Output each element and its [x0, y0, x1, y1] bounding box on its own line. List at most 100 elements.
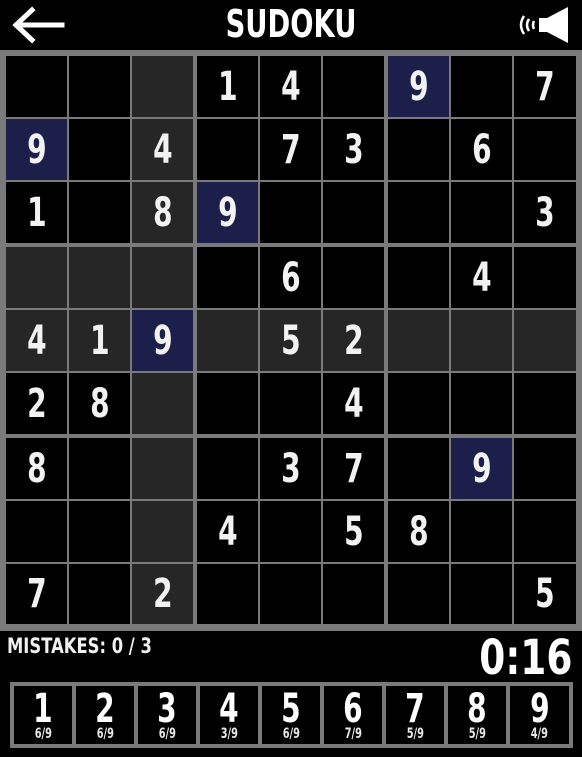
- cell-r6-c7[interactable]: [388, 373, 449, 434]
- cell-r9-c9[interactable]: 5: [514, 564, 576, 624]
- cell-r2-c9[interactable]: [514, 119, 576, 180]
- cell-r4-c7[interactable]: [388, 247, 449, 308]
- cell-r8-c5[interactable]: [260, 501, 321, 562]
- cell-r6-c5[interactable]: [260, 373, 321, 434]
- cell-r3-c4[interactable]: 9: [197, 182, 258, 243]
- cell-r7-c7[interactable]: [388, 438, 449, 499]
- cell-r8-c6[interactable]: 5: [323, 501, 384, 562]
- cell-r6-c6[interactable]: 4: [323, 373, 384, 434]
- cell-r4-c4[interactable]: [197, 247, 258, 308]
- cell-r5-c7[interactable]: [388, 310, 449, 371]
- cell-r1-c7[interactable]: 9: [388, 56, 449, 117]
- cell-r9-c5[interactable]: [260, 564, 321, 624]
- cell-value: 3: [280, 445, 301, 492]
- cell-value: 9: [217, 189, 238, 236]
- cell-r4-c1[interactable]: [6, 247, 67, 308]
- cell-r7-c9[interactable]: [514, 438, 576, 499]
- cell-r1-c2[interactable]: [69, 56, 130, 117]
- cell-r8-c7[interactable]: 8: [388, 501, 449, 562]
- cell-r2-c5[interactable]: 7: [260, 119, 321, 180]
- cell-r2-c4[interactable]: [197, 119, 258, 180]
- cell-r7-c3[interactable]: [132, 438, 193, 499]
- cell-r9-c7[interactable]: [388, 564, 449, 624]
- cell-r3-c6[interactable]: [323, 182, 384, 243]
- cell-value: 4: [343, 380, 364, 427]
- cell-r2-c3[interactable]: 4: [132, 119, 193, 180]
- cell-r5-c6[interactable]: 2: [323, 310, 384, 371]
- number-button-3[interactable]: 3 6/9: [138, 686, 196, 744]
- cell-r8-c1[interactable]: [6, 501, 67, 562]
- cell-value: 7: [535, 63, 555, 110]
- cell-r1-c6[interactable]: [323, 56, 384, 117]
- cell-value: 4: [217, 508, 238, 555]
- cell-r9-c3[interactable]: 2: [132, 564, 193, 624]
- cell-r3-c8[interactable]: [451, 182, 512, 243]
- number-button-6[interactable]: 6 7/9: [324, 686, 382, 744]
- cell-r8-c8[interactable]: [451, 501, 512, 562]
- cell-r8-c4[interactable]: 4: [197, 501, 258, 562]
- cell-r7-c4[interactable]: [197, 438, 258, 499]
- sound-toggle-button[interactable]: [512, 6, 574, 44]
- cell-r3-c3[interactable]: 8: [132, 182, 193, 243]
- back-button[interactable]: [8, 4, 68, 46]
- cell-r7-c8[interactable]: 9: [451, 438, 512, 499]
- cell-r4-c8[interactable]: 4: [451, 247, 512, 308]
- cell-r1-c1[interactable]: [6, 56, 67, 117]
- cell-r1-c4[interactable]: 1: [197, 56, 258, 117]
- cell-r1-c3[interactable]: [132, 56, 193, 117]
- cell-r7-c2[interactable]: [69, 438, 130, 499]
- cell-r3-c1[interactable]: 1: [6, 182, 67, 243]
- number-button-1[interactable]: 1 6/9: [14, 686, 72, 744]
- cell-r3-c9[interactable]: 3: [514, 182, 576, 243]
- cell-r8-c3[interactable]: [132, 501, 193, 562]
- cell-r3-c2[interactable]: [69, 182, 130, 243]
- number-button-4[interactable]: 4 3/9: [200, 686, 258, 744]
- cell-value: 1: [89, 317, 110, 364]
- cell-r5-c5[interactable]: 5: [260, 310, 321, 371]
- cell-r4-c2[interactable]: [69, 247, 130, 308]
- cell-r8-c9[interactable]: [514, 501, 576, 562]
- cell-r6-c9[interactable]: [514, 373, 576, 434]
- number-button-7[interactable]: 7 5/9: [386, 686, 444, 744]
- cell-r5-c1[interactable]: 4: [6, 310, 67, 371]
- cell-value: 9: [26, 126, 47, 173]
- cell-r2-c2[interactable]: [69, 119, 130, 180]
- cell-r9-c2[interactable]: [69, 564, 130, 624]
- cell-r5-c4[interactable]: [197, 310, 258, 371]
- cell-r2-c6[interactable]: 3: [323, 119, 384, 180]
- cell-r3-c5[interactable]: [260, 182, 321, 243]
- cell-r9-c1[interactable]: 7: [6, 564, 67, 624]
- cell-r4-c5[interactable]: 6: [260, 247, 321, 308]
- cell-r4-c3[interactable]: [132, 247, 193, 308]
- cell-r9-c4[interactable]: [197, 564, 258, 624]
- cell-r2-c7[interactable]: [388, 119, 449, 180]
- cell-r3-c7[interactable]: [388, 182, 449, 243]
- cell-r5-c2[interactable]: 1: [69, 310, 130, 371]
- cell-r5-c9[interactable]: [514, 310, 576, 371]
- number-button-8[interactable]: 8 5/9: [448, 686, 506, 744]
- cell-r4-c6[interactable]: [323, 247, 384, 308]
- cell-r6-c4[interactable]: [197, 373, 258, 434]
- cell-r5-c3[interactable]: 9: [132, 310, 193, 371]
- number-button-9[interactable]: 9 4/9: [510, 686, 569, 744]
- cell-r1-c8[interactable]: [451, 56, 512, 117]
- number-button-5[interactable]: 5 6/9: [262, 686, 320, 744]
- cell-r1-c5[interactable]: 4: [260, 56, 321, 117]
- cell-r6-c2[interactable]: 8: [69, 373, 130, 434]
- cell-r5-c8[interactable]: [451, 310, 512, 371]
- cell-r6-c3[interactable]: [132, 373, 193, 434]
- cell-r2-c8[interactable]: 6: [451, 119, 512, 180]
- number-button-2[interactable]: 2 6/9: [76, 686, 134, 744]
- cell-r9-c6[interactable]: [323, 564, 384, 624]
- cell-r7-c1[interactable]: 8: [6, 438, 67, 499]
- cell-r2-c1[interactable]: 9: [6, 119, 67, 180]
- number-count: 6/9: [34, 726, 52, 742]
- cell-r6-c8[interactable]: [451, 373, 512, 434]
- cell-r9-c8[interactable]: [451, 564, 512, 624]
- cell-r7-c6[interactable]: 7: [323, 438, 384, 499]
- cell-r4-c9[interactable]: [514, 247, 576, 308]
- cell-r8-c2[interactable]: [69, 501, 130, 562]
- cell-r6-c1[interactable]: 2: [6, 373, 67, 434]
- cell-r1-c9[interactable]: 7: [514, 56, 576, 117]
- cell-r7-c5[interactable]: 3: [260, 438, 321, 499]
